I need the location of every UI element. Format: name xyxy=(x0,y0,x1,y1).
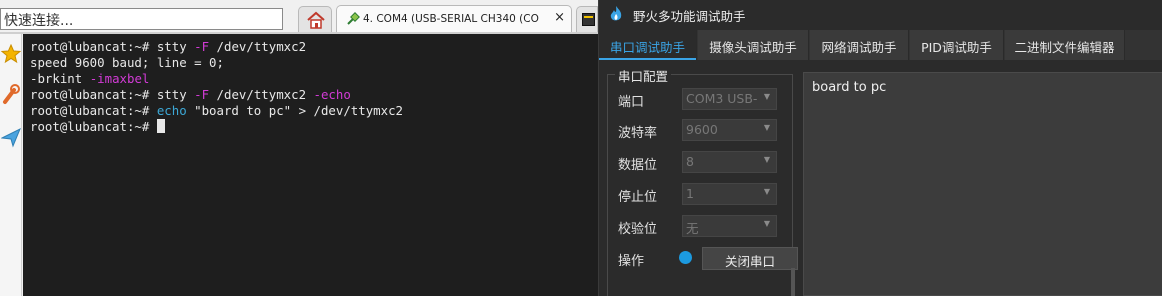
terminal-window: 快速连接... 4. COM4 (USB-SERIAL CH340 (CO × xyxy=(0,0,598,296)
parity-label: 校验位 xyxy=(618,222,658,237)
left-sidebar xyxy=(0,34,22,296)
receive-textarea[interactable]: board to pc xyxy=(803,72,1162,296)
stopbits-label: 停止位 xyxy=(618,190,658,205)
dropdown-arrow-icon: ▼ xyxy=(763,219,770,228)
baud-label: 波特率 xyxy=(618,126,658,141)
close-port-button[interactable]: 关闭串口 xyxy=(702,247,798,270)
tab-network-assistant[interactable]: 网络调试助手 xyxy=(810,30,909,60)
port-status-indicator xyxy=(679,251,692,264)
tab-next-session[interactable] xyxy=(576,6,598,32)
parity-row: 校验位 无 ▼ xyxy=(618,215,788,239)
operation-label: 操作 xyxy=(618,254,645,269)
terminal-tab-icon xyxy=(582,13,595,26)
terminal-line: -brkint -imaxbel xyxy=(30,71,150,86)
terminal-output[interactable]: root@lubancat:~# stty -F /dev/ttymxc2 spe… xyxy=(23,34,598,296)
terminal-line: root@lubancat:~# stty -F /dev/ttymxc2 -e… xyxy=(30,87,351,102)
stopbits-row: 停止位 1 ▼ xyxy=(618,183,788,207)
dropdown-arrow-icon: ▼ xyxy=(763,92,770,101)
port-select[interactable]: COM3 USB- ▼ xyxy=(682,88,777,110)
baud-select[interactable]: 9600 ▼ xyxy=(682,119,777,141)
quick-connect-input[interactable]: 快速连接... xyxy=(0,8,283,30)
terminal-line: root@lubancat:~# echo "board to pc" > /d… xyxy=(30,103,404,118)
title-bar: 野火多功能调试助手 xyxy=(599,0,1162,28)
stopbits-select[interactable]: 1 ▼ xyxy=(682,183,777,205)
parity-select[interactable]: 无 ▼ xyxy=(682,215,777,237)
flame-logo-icon xyxy=(610,6,622,21)
terminal-line: speed 9600 baud; line = 0; xyxy=(30,55,224,70)
config-scrollbar[interactable] xyxy=(791,268,795,296)
tab-pid-assistant[interactable]: PID调试助手 xyxy=(910,30,1004,60)
terminal-line: root@lubancat:~# stty -F /dev/ttymxc2 xyxy=(30,39,307,54)
terminal-cursor xyxy=(156,119,165,133)
config-group-title: 串口配置 xyxy=(615,66,672,85)
databits-select[interactable]: 8 ▼ xyxy=(682,151,777,173)
databits-label: 数据位 xyxy=(618,158,658,173)
app-title: 野火多功能调试助手 xyxy=(633,9,746,24)
tab-binary-editor[interactable]: 二进制文件编辑器 xyxy=(1005,30,1125,60)
serial-plug-icon xyxy=(347,12,360,25)
session-tab-label: 4. COM4 (USB-SERIAL CH340 (CO xyxy=(363,13,539,25)
home-tab[interactable] xyxy=(298,6,332,32)
terminal-line: root@lubancat:~# xyxy=(30,119,598,135)
main-tabbar: 串口调试助手 摄像头调试助手 网络调试助手 PID调试助手 二进制文件编辑器 xyxy=(599,30,1162,60)
close-icon[interactable]: × xyxy=(554,10,565,25)
port-label: 端口 xyxy=(618,95,645,110)
tab-camera-assistant[interactable]: 摄像头调试助手 xyxy=(698,30,809,60)
serial-assistant-window: 野火多功能调试助手 串口调试助手 摄像头调试助手 网络调试助手 PID调试助手 … xyxy=(598,0,1162,296)
star-icon[interactable] xyxy=(1,44,21,64)
tab-com4-session[interactable]: 4. COM4 (USB-SERIAL CH340 (CO × xyxy=(336,5,572,32)
home-icon xyxy=(307,11,325,29)
tab-serial-assistant[interactable]: 串口调试助手 xyxy=(599,30,697,60)
tools-icon[interactable] xyxy=(1,84,21,106)
paper-plane-icon[interactable] xyxy=(1,126,21,148)
port-row: 端口 COM3 USB- ▼ xyxy=(618,88,788,112)
dropdown-arrow-icon: ▼ xyxy=(763,155,770,164)
operation-row: 操作 关闭串口 xyxy=(618,247,798,271)
dropdown-arrow-icon: ▼ xyxy=(763,123,770,132)
databits-row: 数据位 8 ▼ xyxy=(618,151,788,175)
baud-row: 波特率 9600 ▼ xyxy=(618,119,788,143)
dropdown-arrow-icon: ▼ xyxy=(763,187,770,196)
